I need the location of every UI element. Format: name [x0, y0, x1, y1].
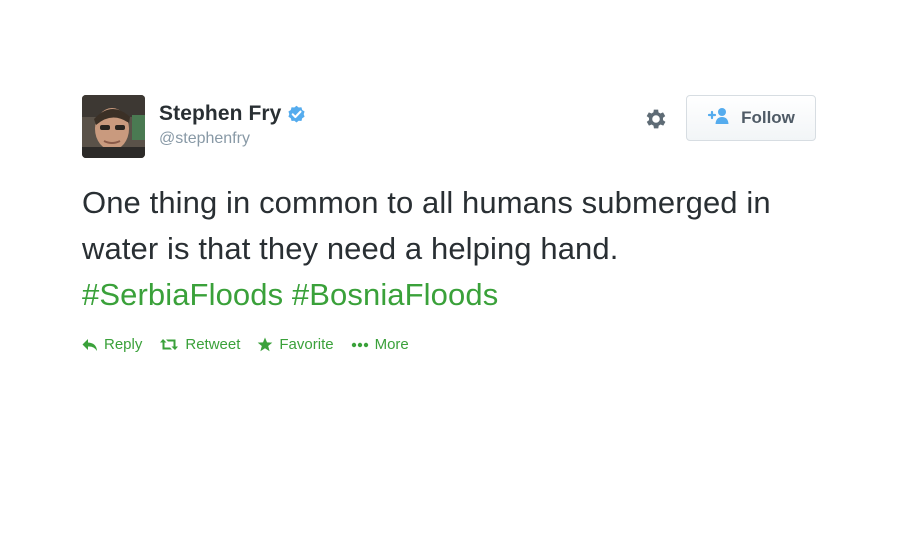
reply-button[interactable]: Reply [82, 336, 142, 353]
reply-label: Reply [104, 336, 143, 353]
user-screen-name[interactable]: @stephenfry [159, 130, 306, 148]
user-full-name[interactable]: Stephen Fry [159, 102, 281, 126]
favorite-label: Favorite [279, 336, 334, 353]
tweet-card: Stephen Fry @stephenfry Follow One thing… [82, 95, 817, 353]
fullname-row: Stephen Fry [159, 101, 306, 127]
retweet-button[interactable]: Retweet [159, 336, 240, 353]
verified-badge-icon [287, 105, 306, 124]
user-names: Stephen Fry @stephenfry [159, 101, 306, 148]
retweet-label: Retweet [185, 336, 241, 353]
follow-label: Follow [741, 108, 795, 127]
more-label: More [374, 336, 409, 353]
tweet-body: One thing in common to all humans submer… [82, 185, 771, 266]
hashtag-link[interactable]: #SerbiaFloods [82, 277, 283, 312]
more-icon [351, 342, 369, 348]
reply-icon [82, 338, 98, 352]
tweet-header: Stephen Fry @stephenfry Follow [82, 95, 817, 159]
retweet-icon [159, 338, 179, 351]
favorite-button[interactable]: Favorite [257, 336, 334, 353]
add-user-icon [707, 107, 731, 130]
follow-button[interactable]: Follow [686, 95, 816, 141]
star-icon [257, 337, 273, 352]
hashtag-link[interactable]: #BosniaFloods [292, 277, 498, 312]
more-button[interactable]: More [351, 336, 409, 353]
tweet-text: One thing in common to all humans submer… [82, 180, 817, 318]
avatar[interactable] [82, 95, 145, 158]
tweet-actions: Reply Retweet Favorite More [82, 336, 817, 353]
gear-icon[interactable] [643, 106, 669, 132]
